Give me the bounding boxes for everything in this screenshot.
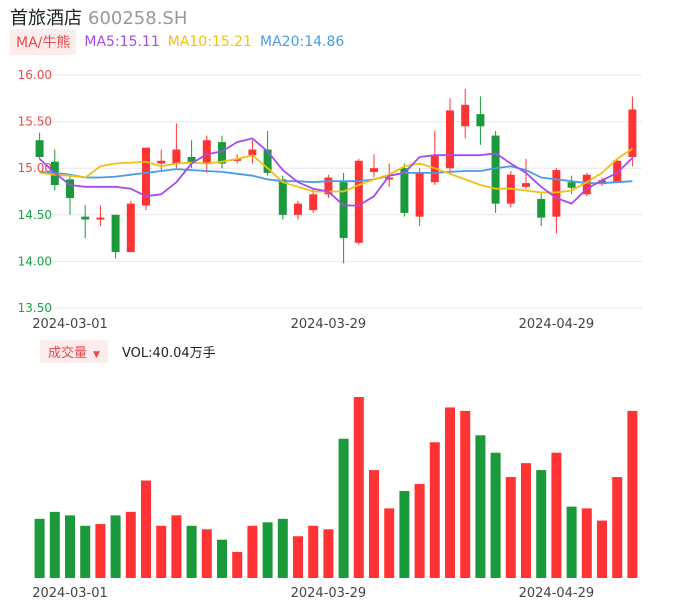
- volume-bar: [566, 506, 577, 578]
- volume-bar: [505, 477, 516, 578]
- volume-bar: [247, 525, 258, 578]
- candle-body: [111, 214, 120, 253]
- volume-bar: [308, 525, 319, 578]
- candle-body: [294, 203, 302, 215]
- volume-bar: [490, 452, 501, 578]
- volume-x-tick-label: 2024-03-29: [291, 586, 367, 601]
- volume-bar: [353, 397, 364, 578]
- candle-body: [354, 160, 363, 243]
- candle-body: [202, 140, 211, 164]
- volume-bar: [293, 536, 303, 578]
- volume-bar: [612, 477, 623, 578]
- volume-bar: [521, 463, 531, 578]
- volume-bar: [551, 452, 562, 578]
- candle-body: [567, 182, 576, 188]
- candle-body: [370, 168, 378, 172]
- volume-bar: [186, 525, 197, 578]
- volume-bar: [262, 522, 273, 578]
- volume-bar: [141, 480, 151, 578]
- candle-body: [172, 149, 181, 164]
- candle-body: [537, 198, 546, 218]
- volume-bar: [475, 435, 486, 578]
- volume-bar: [414, 484, 425, 578]
- volume-x-tick-label: 2024-04-29: [519, 586, 595, 601]
- x-tick-label: 2024-03-01: [32, 317, 108, 332]
- volume-bar: [217, 539, 227, 578]
- y-tick-label: 14.50: [18, 208, 52, 222]
- volume-bar: [384, 508, 395, 578]
- volume-bar: [460, 410, 471, 578]
- volume-bar: [536, 470, 547, 578]
- y-tick-label: 16.00: [18, 68, 52, 82]
- volume-bar: [445, 407, 455, 578]
- volume-bar: [156, 525, 167, 578]
- candle-body: [309, 194, 318, 211]
- x-tick-label: 2024-03-29: [291, 317, 367, 332]
- candle-body: [400, 168, 409, 213]
- ma10-line: [39, 147, 633, 194]
- volume-bar: [171, 515, 182, 578]
- volume-bar: [80, 525, 91, 578]
- volume-bar: [627, 410, 638, 578]
- candle-body: [476, 114, 485, 127]
- volume-bar: [597, 520, 607, 578]
- volume-bar: [110, 515, 121, 578]
- candle-body: [461, 104, 470, 127]
- candle-body: [157, 160, 166, 164]
- ma20-line: [39, 165, 633, 185]
- volume-x-tick-label: 2024-03-01: [32, 586, 108, 601]
- volume-bar: [201, 529, 212, 578]
- volume-bar: [95, 524, 106, 578]
- volume-bar: [65, 515, 75, 578]
- candle-body: [446, 110, 454, 169]
- volume-bar: [323, 529, 334, 578]
- volume-bar: [125, 511, 136, 578]
- candle-body: [522, 183, 530, 187]
- candle-body: [613, 160, 622, 183]
- volume-bar: [232, 551, 243, 578]
- x-tick-label: 2024-04-29: [519, 317, 595, 332]
- candle-body: [415, 172, 424, 217]
- kline-chart[interactable]: 16.0015.5015.0014.5014.0013.502024-03-01…: [0, 0, 686, 606]
- volume-bar: [34, 518, 45, 578]
- y-tick-label: 14.00: [18, 254, 52, 268]
- volume-bar: [429, 442, 440, 578]
- y-tick-label: 15.50: [18, 115, 52, 129]
- volume-bar: [369, 470, 379, 578]
- candle-body: [552, 170, 561, 217]
- candle-body: [35, 140, 44, 158]
- candle-body: [278, 179, 287, 215]
- y-tick-label: 13.50: [18, 301, 52, 315]
- candle-body: [81, 216, 90, 220]
- ma5-line: [38, 137, 634, 207]
- volume-bar: [277, 518, 288, 578]
- volume-bar: [49, 511, 60, 578]
- volume-bar: [581, 508, 592, 578]
- candle-body: [96, 217, 105, 220]
- candle-body: [126, 203, 135, 253]
- volume-bar: [338, 438, 349, 578]
- volume-bar: [399, 490, 410, 578]
